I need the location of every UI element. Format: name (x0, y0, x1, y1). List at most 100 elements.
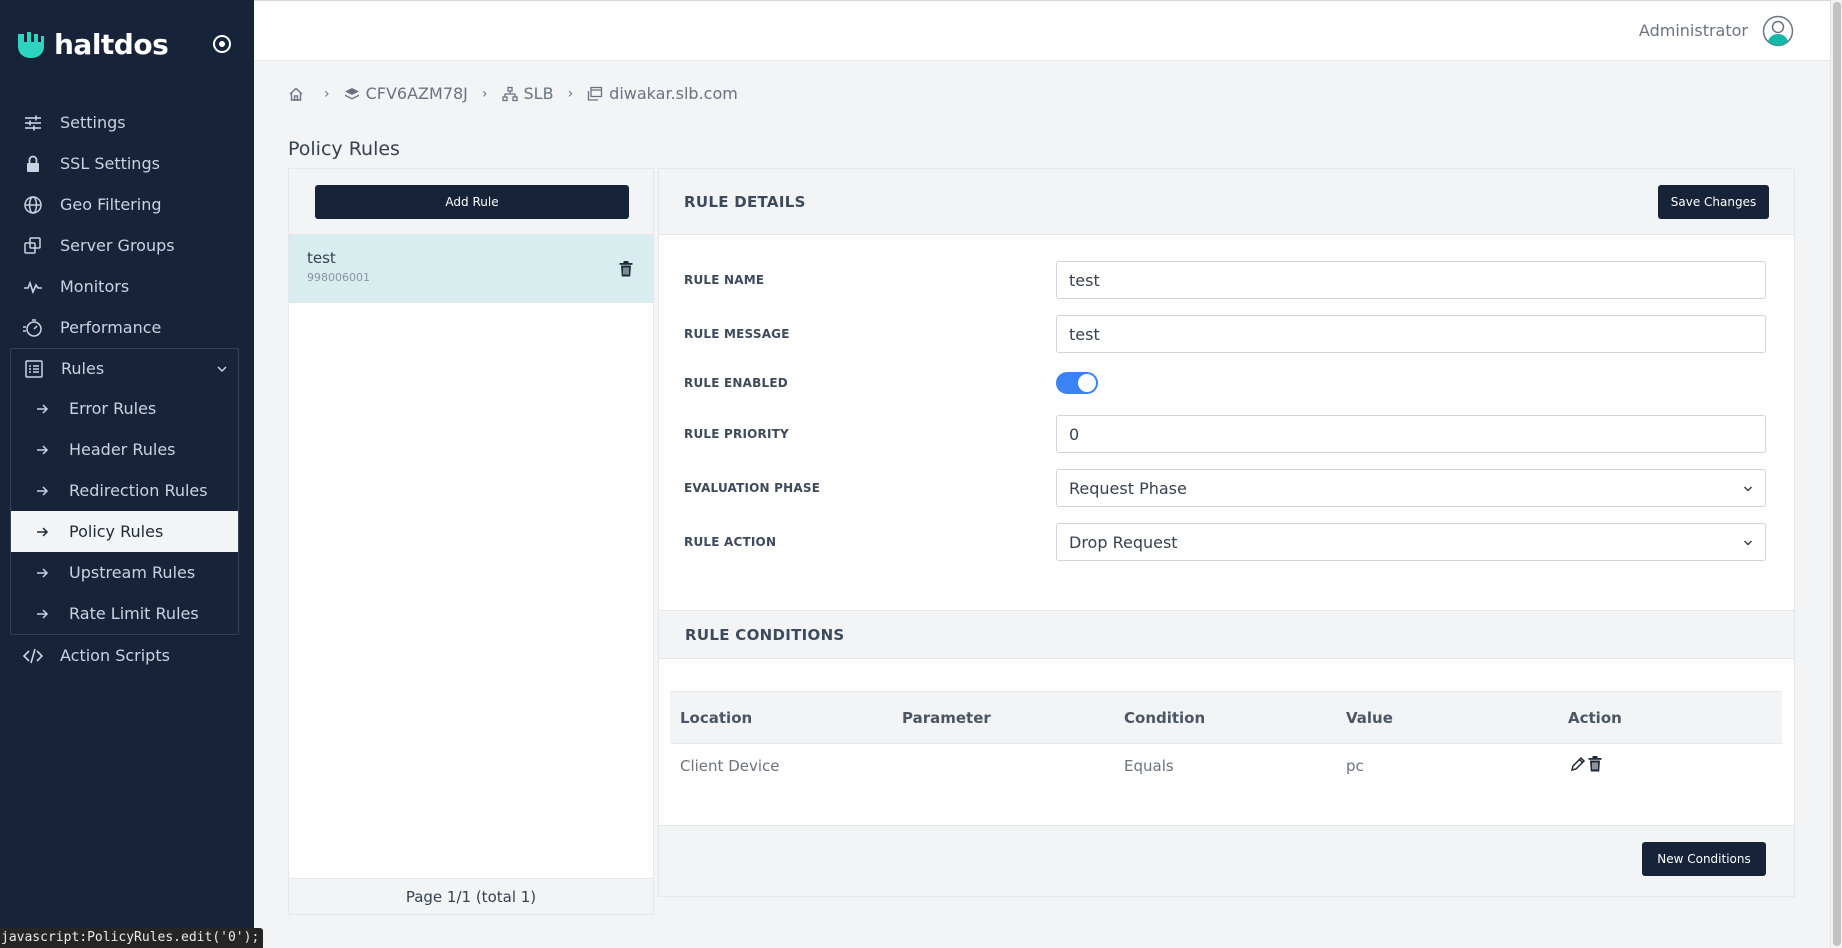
sidebar-item-geo-filtering[interactable]: Geo Filtering (0, 184, 254, 225)
rules-list-panel: Add Rule test 998006001 Page 1/1 (total … (288, 168, 654, 915)
arrow-right-icon (37, 609, 49, 619)
breadcrumb-label: CFV6AZM78J (365, 84, 468, 103)
breadcrumb-item-cluster[interactable]: CFV6AZM78J (344, 84, 468, 103)
sidebar-item-label: Header Rules (69, 440, 176, 459)
timer-icon (23, 319, 42, 337)
breadcrumb-item-slb[interactable]: SLB (501, 84, 554, 103)
sidebar-item-policy-rules[interactable]: Policy Rules (11, 511, 238, 552)
arrow-right-icon (37, 568, 49, 578)
sidebar-item-error-rules[interactable]: Error Rules (11, 388, 238, 429)
rule-list-item-name: test (307, 249, 336, 267)
sidebar-item-redirection-rules[interactable]: Redirection Rules (11, 470, 238, 511)
rule-priority-label: RULE PRIORITY (684, 427, 789, 441)
breadcrumb-separator: › (324, 85, 330, 102)
sidebar-item-action-scripts[interactable]: Action Scripts (0, 635, 254, 676)
chevron-down-icon (217, 366, 227, 373)
arrow-right-icon (37, 527, 49, 537)
rule-list-item-id: 998006001 (307, 271, 370, 284)
chevron-down-icon (1743, 486, 1753, 492)
arrow-right-icon (37, 445, 49, 455)
sidebar-item-header-rules[interactable]: Header Rules (11, 429, 238, 470)
save-changes-button[interactable]: Save Changes (1658, 185, 1769, 219)
activity-icon (24, 280, 42, 295)
evaluation-phase-label: EVALUATION PHASE (684, 481, 821, 495)
top-bar: Administrator (254, 0, 1842, 61)
user-name[interactable]: Administrator (1639, 21, 1748, 40)
sidebar-item-monitors[interactable]: Monitors (0, 266, 254, 307)
new-conditions-button[interactable]: New Conditions (1642, 842, 1766, 876)
sidebar-nav: Settings SSL Settings Geo Filtering Serv… (0, 102, 254, 676)
sidebar-item-label: Monitors (60, 277, 130, 296)
column-header-condition: Condition (1124, 709, 1206, 727)
arrow-right-icon (37, 404, 49, 414)
rule-details-header: RULE DETAILS Save Changes (659, 169, 1794, 235)
page-title: Policy Rules (288, 138, 400, 160)
sidebar-item-label: Error Rules (69, 399, 157, 418)
sidebar-item-label: Rules (61, 359, 105, 378)
brand[interactable]: haltdos (18, 28, 169, 61)
sidebar-item-label: Upstream Rules (69, 563, 196, 582)
sidebar-item-server-groups[interactable]: Server Groups (0, 225, 254, 266)
sidebar-rules-group: Rules Error Rules Header Rules Redirecti… (10, 348, 239, 635)
list-icon (25, 360, 43, 378)
column-header-action: Action (1568, 709, 1622, 727)
chevron-down-icon (1743, 540, 1753, 546)
breadcrumb-label: diwakar.slb.com (609, 84, 738, 103)
rule-list-item[interactable]: test 998006001 (289, 235, 653, 303)
window-icon (588, 86, 603, 101)
globe-icon (24, 196, 42, 214)
breadcrumb-separator: › (567, 85, 574, 102)
sidebar-item-label: Settings (60, 113, 126, 132)
sidebar-item-upstream-rules[interactable]: Upstream Rules (11, 552, 238, 593)
sidebar-item-rate-limit-rules[interactable]: Rate Limit Rules (11, 593, 238, 634)
sidebar-item-performance[interactable]: Performance (0, 307, 254, 348)
cell-value: pc (1346, 757, 1364, 775)
section-title: RULE CONDITIONS (685, 626, 845, 644)
rule-action-select[interactable]: Drop Request (1056, 523, 1766, 561)
sidebar-item-label: Action Scripts (60, 646, 170, 665)
page-scrollbar[interactable] (1830, 0, 1842, 948)
rule-priority-field[interactable]: 0 (1056, 415, 1766, 453)
sidebar-item-ssl-settings[interactable]: SSL Settings (0, 143, 254, 184)
rule-conditions-footer: New Conditions (659, 829, 1794, 895)
section-title: RULE DETAILS (684, 193, 806, 211)
sitemap-icon (501, 86, 518, 101)
user-avatar-icon[interactable] (1762, 15, 1794, 47)
select-value: Drop Request (1069, 532, 1178, 552)
sidebar-item-label: Server Groups (60, 236, 175, 255)
rule-details-form: RULE NAME test RULE MESSAGE test RULE EN… (659, 235, 1794, 612)
cell-location: Client Device (680, 757, 780, 775)
rules-list-header: Add Rule (289, 169, 653, 235)
trash-icon[interactable] (619, 261, 633, 277)
breadcrumb: › CFV6AZM78J › SLB › diwakar.slb.com (288, 84, 738, 103)
haltdos-logo-icon (18, 31, 44, 58)
lock-icon (27, 155, 39, 172)
sidebar-toggle-icon[interactable] (211, 33, 233, 55)
code-icon (22, 648, 44, 664)
sliders-icon (25, 115, 41, 131)
sidebar-item-label: Performance (60, 318, 162, 337)
column-header-parameter: Parameter (902, 709, 991, 727)
column-header-location: Location (680, 709, 753, 727)
sidebar-item-rules[interactable]: Rules (11, 349, 238, 388)
arrow-right-icon (37, 486, 49, 496)
layers-icon (344, 87, 359, 99)
breadcrumb-separator: › (481, 85, 488, 102)
rule-enabled-toggle[interactable] (1056, 372, 1098, 394)
rule-message-field[interactable]: test (1056, 315, 1766, 353)
pencil-icon[interactable] (1570, 756, 1586, 772)
breadcrumb-item-domain[interactable]: diwakar.slb.com (587, 84, 738, 103)
home-icon[interactable] (288, 86, 304, 102)
sidebar-item-label: Rate Limit Rules (69, 604, 199, 623)
rule-details-panel: RULE DETAILS Save Changes RULE NAME test… (658, 168, 1795, 897)
sidebar-item-settings[interactable]: Settings (0, 102, 254, 143)
trash-icon[interactable] (1587, 756, 1603, 772)
evaluation-phase-select[interactable]: Request Phase (1056, 469, 1766, 507)
sidebar: haltdos Settings SSL Settings Geo Filter… (0, 0, 264, 948)
scrollbar-thumb[interactable] (1833, 2, 1841, 946)
rule-name-field[interactable]: test (1056, 261, 1766, 299)
add-rule-button[interactable]: Add Rule (315, 185, 629, 219)
table-row: Client Device Equals pc (670, 744, 1782, 790)
sidebar-item-label: Geo Filtering (60, 195, 162, 214)
copy-icon (24, 237, 41, 254)
